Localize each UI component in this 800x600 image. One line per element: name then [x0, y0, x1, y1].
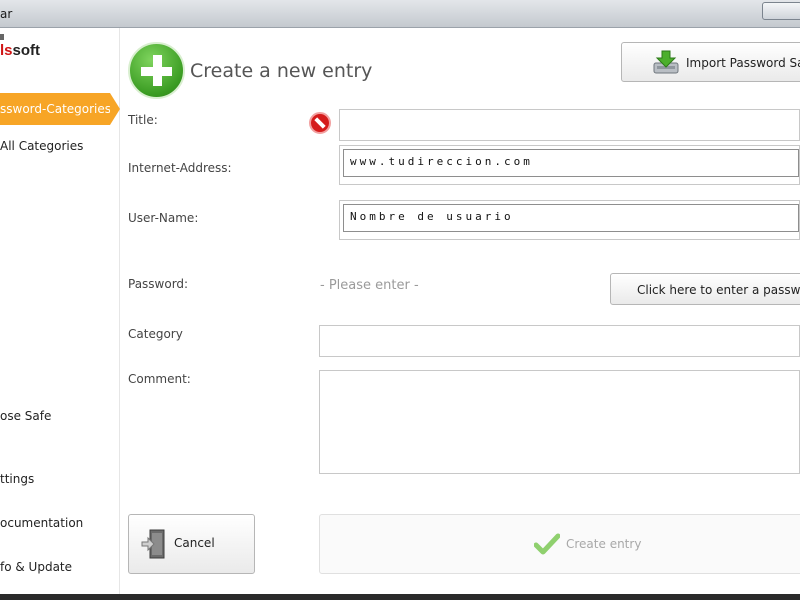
title-field[interactable] [339, 109, 800, 141]
cancel-button[interactable]: Cancel [128, 514, 255, 574]
import-password-safe-label: Import Password Sa [686, 56, 800, 70]
page-title: Create a new entry [190, 60, 373, 82]
sidebar-item-documentation[interactable]: ocumentation [0, 516, 83, 530]
sidebar-item-settings[interactable]: ttings [0, 472, 34, 486]
internet-address-field[interactable]: www.tudireccion.com [343, 149, 799, 177]
password-placeholder: - Please enter - [320, 278, 419, 293]
title-label: Title: [128, 113, 158, 127]
checkmark-icon [534, 533, 560, 555]
category-label: Category [128, 327, 183, 341]
internet-address-label: Internet-Address: [128, 161, 232, 175]
title-bar: ar [0, 0, 800, 28]
required-error-icon [309, 112, 331, 134]
import-password-safe-button[interactable]: Import Password Sa [621, 42, 800, 82]
sidebar: lssoft ssword-Categories All Categories … [0, 28, 120, 594]
window-title: ar [0, 7, 13, 21]
main-panel: Create a new entry Import Password Sa Ti… [120, 28, 800, 594]
user-name-label: User-Name: [128, 211, 199, 225]
sidebar-item-info-update[interactable]: fo & Update [0, 560, 72, 574]
close-window-button[interactable] [762, 2, 800, 20]
logo-mark [0, 34, 4, 40]
exit-door-icon [141, 529, 165, 559]
comment-field[interactable] [319, 370, 800, 474]
sidebar-item-all-categories[interactable]: All Categories [0, 139, 83, 153]
category-field[interactable] [319, 325, 800, 357]
sidebar-item-close-safe[interactable]: ose Safe [0, 409, 51, 423]
user-name-field[interactable]: Nombre de usuario [343, 204, 799, 232]
bottom-edge [0, 594, 800, 600]
sidebar-item-password-categories[interactable]: ssword-Categories [0, 93, 120, 125]
logo: lssoft [0, 42, 40, 59]
download-icon [653, 50, 679, 74]
logo-suffix: soft [12, 42, 41, 59]
password-label: Password: [128, 277, 189, 291]
comment-label: Comment: [128, 372, 191, 386]
enter-password-button[interactable]: Click here to enter a passwo [610, 273, 800, 305]
create-entry-button[interactable]: Create entry [319, 514, 800, 574]
app-window: ar lssoft ssword-Categories All Categori… [0, 0, 800, 600]
add-entry-icon [128, 42, 185, 99]
cancel-label: Cancel [174, 536, 215, 550]
logo-brand: ls [0, 42, 13, 59]
create-entry-label: Create entry [566, 537, 642, 551]
enter-password-label: Click here to enter a passwo [637, 283, 800, 297]
